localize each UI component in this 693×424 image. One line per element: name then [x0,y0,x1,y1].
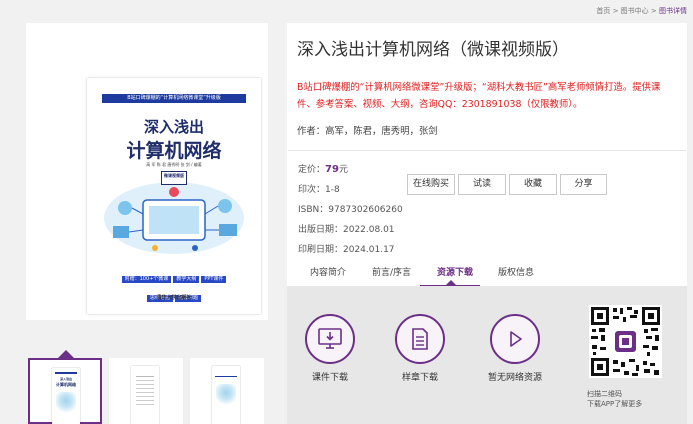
cover-publisher: 清华大学出版社 [156,295,192,301]
resource-label: 暂无网络资源 [487,373,542,383]
price-row: 定价：79元 [298,162,348,175]
cover-title-line2: 计算机网络 [126,140,222,162]
tab-copyright[interactable]: 版权信息 [498,265,534,278]
book-title: 深入浅出计算机网络（微课视频版） [297,40,569,60]
cover-authors: 高 军 陈 君 唐秀明 张 剑 / 编著 [146,162,202,167]
trial-read-button[interactable]: 试读 [458,174,506,195]
breadcrumb-sep: > [610,7,621,15]
breadcrumb-home[interactable]: 首页 [596,7,610,15]
price-unit: 元 [338,165,348,175]
publish-date: 出版日期：2022.08.01 [298,225,395,235]
favorite-button[interactable]: 收藏 [509,174,557,195]
cover-illustration [104,182,244,254]
buy-online-button[interactable]: 在线购买 [407,174,455,195]
cover-pill: PPT课件 [201,276,227,283]
breadcrumb-center[interactable]: 图书中心 [621,7,649,15]
resource-courseware[interactable]: 课件下载 [300,314,360,383]
qr-caption-line2: 下载APP了解更多 [587,400,643,408]
thumbnail-page[interactable] [109,358,183,424]
cover-tag: 微课视频版 [161,171,187,185]
tab-resources[interactable]: 资源下载 [437,265,473,278]
impression: 印次：1-8 [298,185,340,195]
cover-panel: B站口碑爆棚的“计算机网络微课堂”升级版 深入浅出 计算机网络 高 军 陈 君 … [26,23,268,320]
resource-label: 课件下载 [311,373,348,383]
breadcrumb: 首页 > 图书中心 > 图书详情 [596,6,687,16]
document-icon [395,314,445,364]
resource-label: 样章下载 [401,373,438,383]
thumbnail-back[interactable] [190,358,264,424]
cover-title-line1: 深入浅出 [143,118,204,136]
qr-caption-line1: 扫描二维码 [587,390,622,398]
thumbnail-image [131,366,159,424]
resource-sample-chapter[interactable]: 样章下载 [390,314,450,383]
thumbnail-image [212,366,240,424]
share-button[interactable]: 分享 [560,174,607,195]
promo-text: B站口碑爆棚的“计算机网络微课堂”升级版；“湖科大教书匠”高军老师倾情打造。提供… [297,82,661,110]
isbn: ISBN：9787302606260 [298,205,403,215]
breadcrumb-current: 图书详情 [659,7,687,15]
thumbnail-strip: 深入浅出 计算机网络 [26,358,268,424]
tab-summary[interactable]: 内容简介 [310,265,346,278]
breadcrumb-sep: > [648,7,659,15]
price-value: 79 [325,164,339,175]
divider [288,150,686,151]
cover-banner: B站口碑爆棚的“计算机网络微课堂”升级版 [102,94,246,103]
play-icon [490,314,540,364]
book-cover[interactable]: B站口碑爆棚的“计算机网络微课堂”升级版 深入浅出 计算机网络 高 军 陈 君 … [87,78,261,314]
price-label: 定价： [298,165,326,175]
qr-code[interactable] [589,305,662,378]
resource-online[interactable]: 暂无网络资源 [478,314,552,383]
cover-pill: 教学大纲 [173,276,200,283]
print-date: 印刷日期：2024.01.17 [298,245,395,255]
page: 首页 > 图书中心 > 图书详情 B站口碑爆棚的“计算机网络微课堂”升级版 深入… [0,0,693,424]
book-author: 作者：高军，陈君，唐秀明，张剑 [297,126,438,137]
qr-caption: 扫描二维码 下载APP了解更多 [587,389,642,409]
thumbnail-image: 深入浅出 计算机网络 [52,368,80,424]
thumbnail-cover[interactable]: 深入浅出 计算机网络 [28,358,102,424]
tab-bar: 内容简介 前言/序言 资源下载 版权信息 [298,258,686,287]
monitor-download-icon [305,314,355,364]
cover-pill: 附赠：100+个微课 [121,276,172,283]
tab-preface[interactable]: 前言/序言 [372,265,411,278]
